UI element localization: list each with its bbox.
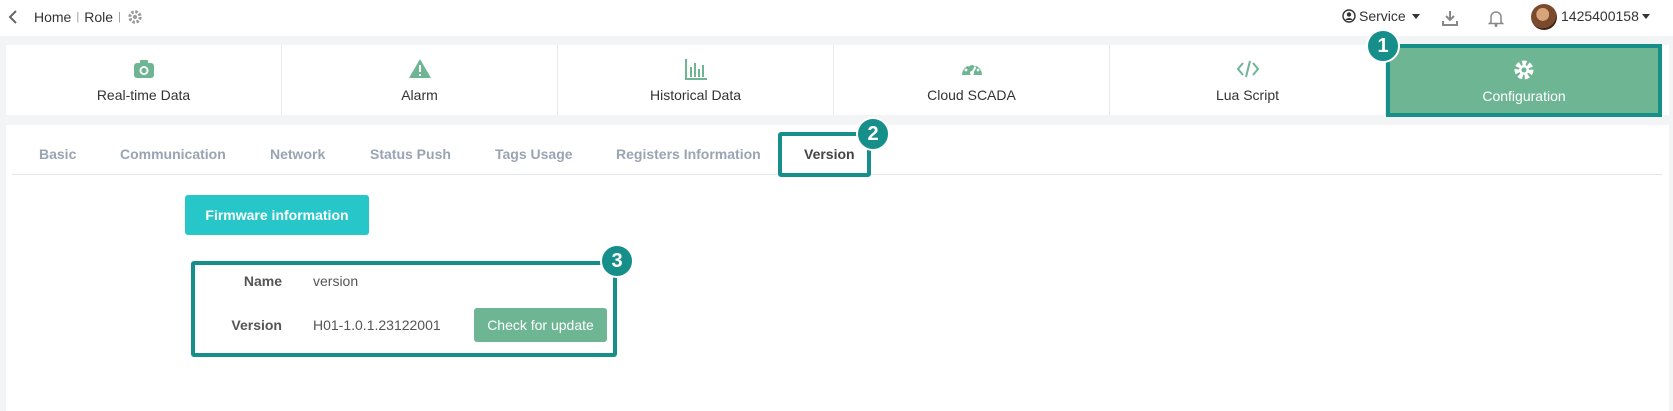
breadcrumb-home[interactable]: Home	[34, 9, 71, 25]
module-tab-cloud-scada[interactable]: Cloud SCADA	[834, 45, 1110, 115]
breadcrumb-settings-icon[interactable]	[127, 8, 143, 26]
version-label: Version	[231, 317, 282, 333]
bar-chart-icon	[684, 59, 707, 80]
user-circle-icon	[1342, 9, 1356, 23]
module-tab-label: Configuration	[1482, 87, 1566, 104]
version-value: H01-1.0.1.23122001	[313, 317, 441, 333]
top-bar: Home | Role | Service 1425400158	[0, 0, 1673, 36]
breadcrumb-role[interactable]: Role	[84, 9, 113, 25]
breadcrumb: Home | Role |	[34, 9, 126, 25]
module-tab-historical-data[interactable]: Historical Data	[558, 45, 834, 115]
module-tab-label: Lua Script	[1215, 87, 1280, 103]
tab-communication[interactable]: Communication	[120, 146, 226, 162]
name-value: version	[313, 273, 359, 289]
module-tab-alarm[interactable]: Alarm	[282, 45, 558, 115]
tab-status-push[interactable]: Status Push	[370, 146, 451, 162]
tab-tags-usage[interactable]: Tags Usage	[495, 146, 573, 162]
back-chevron-icon[interactable]	[8, 10, 22, 26]
code-icon	[1236, 60, 1259, 78]
user-menu[interactable]: 1425400158	[1561, 8, 1650, 24]
download-icon[interactable]	[1440, 8, 1460, 28]
breadcrumb-separator: |	[76, 11, 80, 23]
username: 1425400158	[1561, 8, 1639, 24]
caret-down-icon	[1641, 13, 1650, 19]
bell-icon[interactable]	[1486, 8, 1506, 28]
avatar[interactable]	[1531, 4, 1557, 30]
step-badge-3: 3	[600, 244, 634, 278]
tab-basic[interactable]: Basic	[39, 146, 76, 162]
caret-down-icon	[1411, 13, 1420, 19]
module-tabs: Real-time Data Alarm Historical Data Clo…	[6, 44, 1669, 117]
module-tab-lua-script[interactable]: Lua Script	[1110, 45, 1386, 115]
step-badge-1: 1	[1366, 29, 1400, 63]
module-tab-label: Real-time Data	[96, 87, 191, 103]
module-tab-label: Cloud SCADA	[927, 87, 1016, 103]
camera-icon	[133, 60, 154, 78]
dashboard-icon	[961, 63, 982, 75]
service-label: Service	[1359, 8, 1406, 24]
step-badge-2: 2	[856, 117, 890, 151]
module-tab-realtime-data[interactable]: Real-time Data	[6, 45, 282, 115]
warning-icon	[408, 59, 431, 78]
service-dropdown[interactable]: Service	[1342, 8, 1420, 24]
module-tab-label: Alarm	[401, 87, 438, 103]
gear-icon	[1514, 60, 1534, 79]
tab-registers-information[interactable]: Registers Information	[616, 146, 761, 162]
name-label: Name	[243, 273, 282, 289]
check-for-update-button[interactable]: Check for update	[474, 308, 607, 342]
tab-network[interactable]: Network	[270, 146, 325, 162]
firmware-information-button[interactable]: Firmware information	[185, 195, 369, 235]
module-tab-label: Historical Data	[649, 87, 742, 103]
breadcrumb-separator: |	[118, 11, 121, 23]
module-tab-configuration[interactable]: Configuration	[1386, 44, 1662, 117]
